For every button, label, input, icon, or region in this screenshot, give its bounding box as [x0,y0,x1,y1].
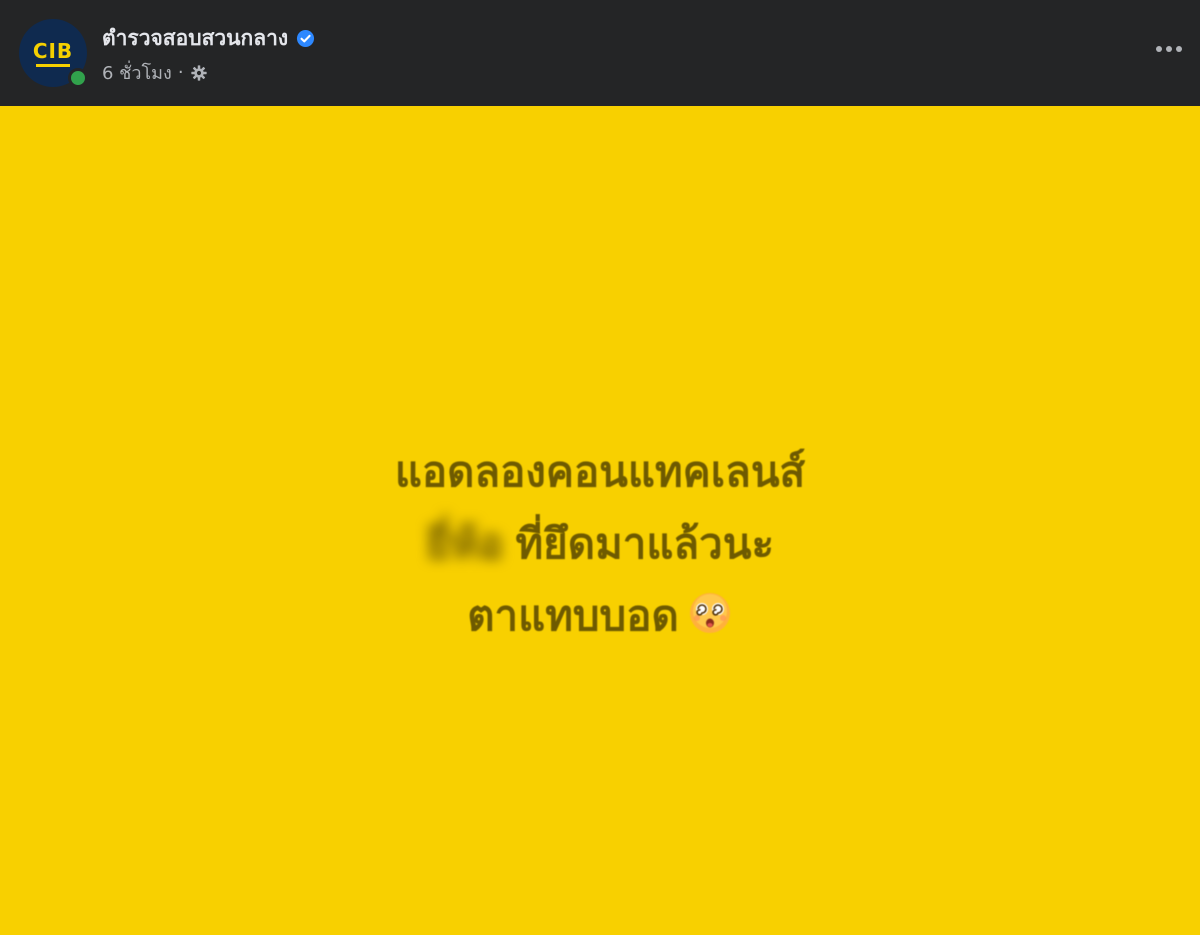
status-background: แอดลองคอนแทคเลนส์ ยี่ห้อ ที่ยึดมาแล้วนะ ต… [0,106,1200,935]
dizzy-face-emoji-icon [689,593,730,633]
facebook-post: CIB ตำรวจสอบสวนกลาง 6 ชั่วโมง · แอดลองคอ… [0,0,1200,935]
status-line-2: ยี่ห้อ ที่ยึดมาแล้วนะ [300,508,900,580]
status-line-2-text: ที่ยึดมาแล้วนะ [515,519,775,568]
redacted-brand-text: ยี่ห้อ [425,519,504,568]
page-name-link[interactable]: ตำรวจสอบสวนกลาง [102,22,288,55]
more-horizontal-icon [1156,46,1182,52]
gear-icon[interactable] [190,64,208,82]
status-text: แอดลองคอนแทคเลนส์ ยี่ห้อ ที่ยึดมาแล้วนะ ต… [300,436,900,652]
post-timestamp[interactable]: 6 ชั่วโมง [102,58,172,87]
online-status-dot [68,68,88,88]
avatar-logo-underline [36,64,70,67]
post-header: CIB ตำรวจสอบสวนกลาง 6 ชั่วโมง · [0,0,1200,106]
more-options-button[interactable] [1150,34,1190,64]
status-line-1: แอดลองคอนแทคเลนส์ [394,447,806,496]
page-name-row: ตำรวจสอบสวนกลาง [102,22,315,55]
status-line-3: ตาแทบบอด [300,580,900,652]
meta-separator: · [177,62,184,83]
status-line-3-text: ตาแทบบอด [467,591,679,640]
avatar-logo-text: CIB [32,39,74,63]
verified-badge-icon [297,29,315,48]
post-meta: 6 ชั่วโมง · [102,58,208,87]
